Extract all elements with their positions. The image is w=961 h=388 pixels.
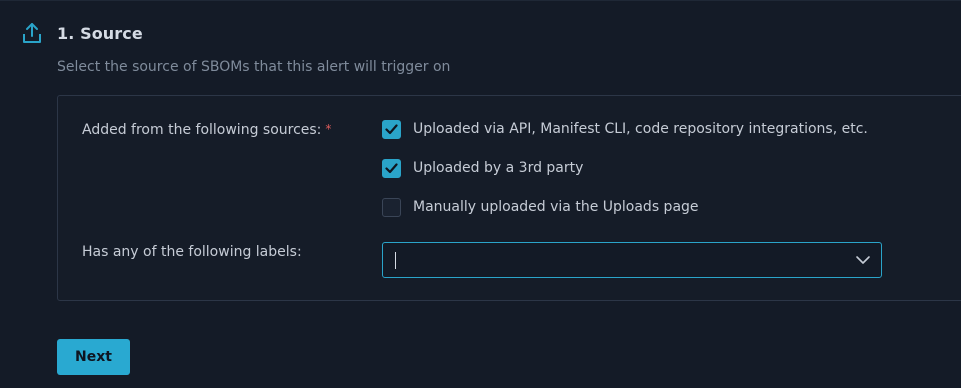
next-button[interactable]: Next [57,339,130,375]
alert-source-step: 1. Source Select the source of SBOMs tha… [0,0,961,388]
manual-option-label: Manually uploaded via the Uploads page [413,199,699,215]
labels-select[interactable] [382,242,882,278]
api-checkbox[interactable] [382,119,401,139]
checkmark-icon [385,123,398,134]
manual-upload-checkbox[interactable] [382,197,401,217]
checkmark-icon [385,162,398,173]
required-marker: * [325,122,332,136]
section-subtitle: Select the source of SBOMs that this ale… [57,59,451,75]
top-divider [0,0,961,1]
source-option-third-party[interactable]: Uploaded by a 3rd party [382,158,583,178]
chevron-down-icon[interactable] [855,252,871,268]
source-option-manual[interactable]: Manually uploaded via the Uploads page [382,197,699,217]
labels-select-input[interactable] [399,243,839,277]
third-party-option-label: Uploaded by a 3rd party [413,160,584,176]
labels-field-label: Has any of the following labels: [82,244,302,260]
api-option-label: Uploaded via API, Manifest CLI, code rep… [413,121,868,137]
third-party-checkbox[interactable] [382,158,401,178]
source-option-api[interactable]: Uploaded via API, Manifest CLI, code rep… [382,119,868,139]
upload-icon [22,22,42,44]
sources-field-label: Added from the following sources: * [82,122,331,138]
text-cursor [395,252,396,269]
section-title: 1. Source [57,24,143,43]
sources-label-text: Added from the following sources: [82,122,322,138]
